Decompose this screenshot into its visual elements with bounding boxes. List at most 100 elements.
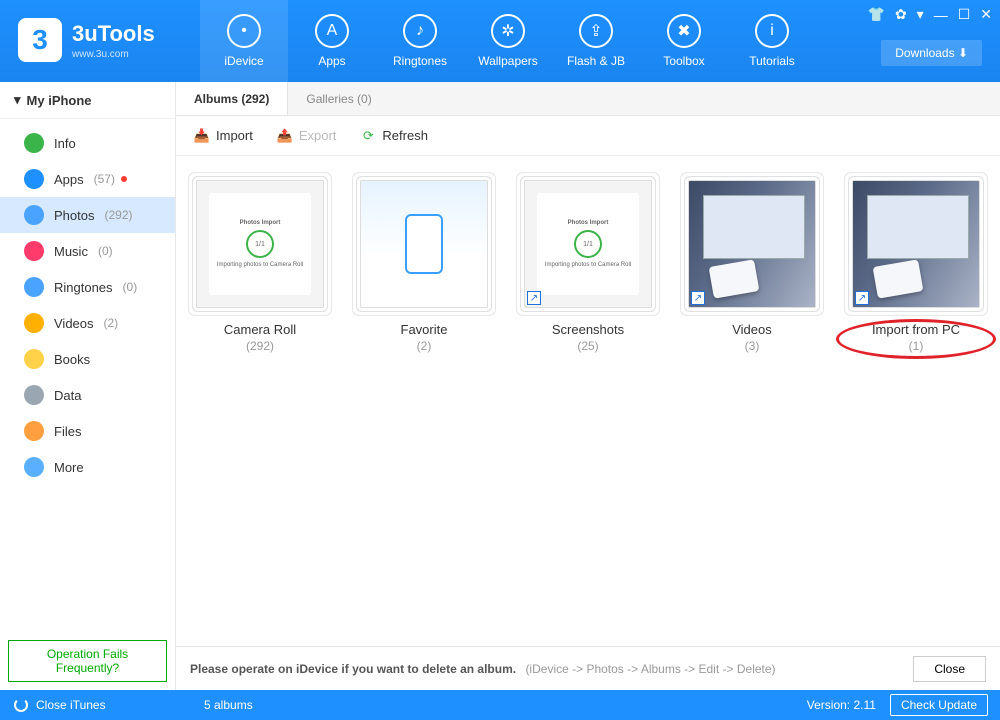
main-nav: • iDevice A Apps ♪Ringtones✲Wallpapers ⇪ Flash… [200,0,816,82]
nav-icon: A [315,14,349,48]
nav-wallpapers[interactable]: ✲Wallpapers [464,0,552,82]
refresh-button[interactable]: ⟳ Refresh [360,128,428,144]
album-thumbnail: Photos Import1/1Importing photos to Came… [524,180,652,308]
chevron-down-icon: ▾ [14,92,21,108]
window-controls: 👕 ✿ ▾ — ☐ ✕ [868,6,993,23]
album-count: (3) [682,339,822,353]
refresh-icon: ⟳ [360,128,376,144]
nav-flash-jb[interactable]: ⇪ Flash & JB [552,0,640,82]
close-itunes-button[interactable]: Close iTunes [36,698,106,712]
nav-ringtones[interactable]: ♪Ringtones [376,0,464,82]
sidebar-item-music[interactable]: Music (0) [0,233,175,269]
sidebar-item-label: Photos [54,208,94,223]
album-count: (292) [190,339,330,353]
shortcut-icon: ↗ [527,291,541,305]
album-name: Screenshots [518,322,658,337]
sidebar-item-ringtones[interactable]: Ringtones (0) [0,269,175,305]
nav-label: Ringtones [393,54,447,68]
album-name: Favorite [354,322,494,337]
nav-icon: • [227,14,261,48]
sidebar-item-count: (0) [98,244,113,258]
sidebar-item-label: Apps [54,172,84,187]
album-count: (2) [354,339,494,353]
sidebar-icon [24,349,44,369]
sidebar-item-more[interactable]: More [0,449,175,485]
sidebar-icon [24,385,44,405]
operation-fails-link[interactable]: Operation Fails Frequently? [8,640,167,682]
sidebar-item-label: More [54,460,84,475]
nav-label: Toolbox [663,54,704,68]
nav-idevice[interactable]: • iDevice [200,0,288,82]
album-videos[interactable]: ↗Videos(3) [682,180,822,353]
sidebar-item-label: Music [54,244,88,259]
album-thumbnail: Photos Import1/1Importing photos to Came… [196,180,324,308]
album-thumbnail: ↗ [688,180,816,308]
sidebar-icon [24,133,44,153]
check-update-button[interactable]: Check Update [890,694,988,716]
sidebar-item-label: Ringtones [54,280,113,295]
album-screenshots[interactable]: Photos Import1/1Importing photos to Came… [518,180,658,353]
nav-label: Apps [318,54,345,68]
album-favorite[interactable]: Favorite (2) [354,180,494,353]
sidebar-item-photos[interactable]: Photos(292) [0,197,175,233]
sidebar-item-count: (0) [123,280,138,294]
nav-label: Tutorials [749,54,795,68]
downloads-button[interactable]: Downloads ⬇ [881,40,982,66]
sidebar-icon [24,421,44,441]
sidebar-item-label: Books [54,352,90,367]
sidebar-item-books[interactable]: Books [0,341,175,377]
tab-galleries[interactable]: Galleries (0) [288,82,389,115]
nav-tutorials[interactable]: iTutorials [728,0,816,82]
toolbar: 📥 Import 📤 Export ⟳ Refresh [176,116,1000,156]
device-name: My iPhone [27,93,92,108]
nav-icon: ✖ [667,14,701,48]
sidebar-icon [24,205,44,225]
sidebar: ▾ My iPhone InfoApps(57)Photos(292)Music… [0,82,176,690]
sidebar-list: InfoApps(57)Photos(292)Music(0)Ringtones… [0,119,175,632]
nav-apps[interactable]: A Apps [288,0,376,82]
sidebar-item-apps[interactable]: Apps(57) [0,161,175,197]
app-name: 3uTools [72,21,155,47]
sidebar-icon [24,169,44,189]
nav-label: iDevice [224,54,263,68]
spinner-icon [14,698,28,712]
sidebar-icon [24,241,44,261]
download-icon: ⬇ [958,46,968,60]
sidebar-item-label: Data [54,388,81,403]
album-import-from-pc[interactable]: ↗Import from PC(1) [846,180,986,353]
nav-toolbox[interactable]: ✖ Toolbox [640,0,728,82]
nav-icon: ⇪ [579,14,613,48]
close-info-button[interactable]: Close [913,656,986,682]
nav-label: Flash & JB [567,54,625,68]
sidebar-icon [24,313,44,333]
device-selector[interactable]: ▾ My iPhone [0,82,175,119]
album-count: (1) [846,339,986,353]
import-icon: 📥 [194,128,210,144]
sidebar-item-label: Info [54,136,76,151]
shortcut-icon: ↗ [691,291,705,305]
minimize-icon[interactable]: — [934,7,948,23]
export-button[interactable]: 📤 Export [277,128,337,144]
sidebar-item-data[interactable]: Data [0,377,175,413]
info-text: Please operate on iDevice if you want to… [190,662,516,676]
album-camera-roll[interactable]: Photos Import1/1Importing photos to Came… [190,180,330,353]
shirt-icon[interactable]: 👕 [868,6,885,23]
export-label: Export [299,128,337,143]
gear-icon[interactable]: ✿ [895,6,907,23]
info-path: (iDevice -> Photos -> Albums -> Edit -> … [525,662,775,676]
album-name: Camera Roll [190,322,330,337]
album-count-status: 5 albums [190,698,807,712]
album-thumbnail: ↗ [852,180,980,308]
nav-icon: ✲ [491,14,525,48]
sidebar-item-count: (2) [104,316,119,330]
pin-icon[interactable]: ▾ [917,6,924,23]
sidebar-item-files[interactable]: Files [0,413,175,449]
main-panel: Albums (292)Galleries (0) 📥 Import 📤 Exp… [176,82,1000,690]
tab-albums[interactable]: Albums (292) [176,82,288,115]
maximize-icon[interactable]: ☐ [958,6,971,23]
import-button[interactable]: 📥 Import [194,128,253,144]
sidebar-item-info[interactable]: Info [0,125,175,161]
sub-tabs: Albums (292)Galleries (0) [176,82,1000,116]
close-window-icon[interactable]: ✕ [980,6,992,23]
sidebar-item-videos[interactable]: Videos(2) [0,305,175,341]
